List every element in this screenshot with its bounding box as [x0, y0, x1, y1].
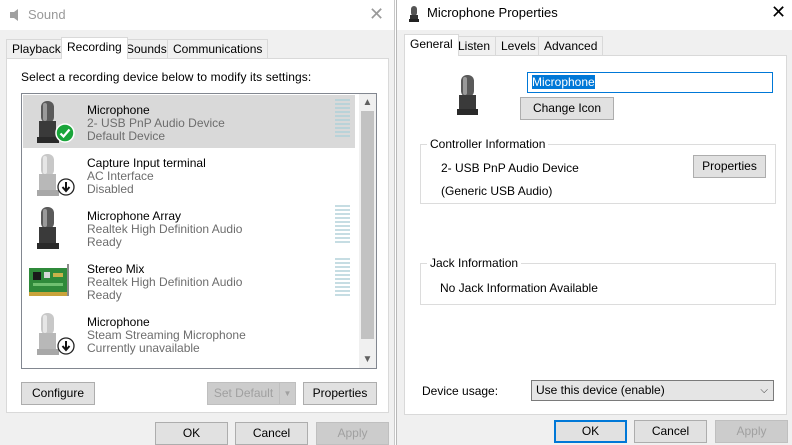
device-status: Ready: [87, 235, 122, 249]
tab-levels[interactable]: Levels: [495, 36, 542, 55]
level-meter: [335, 205, 350, 245]
device-row[interactable]: Stereo Mix Realtek High Definition Audio…: [23, 254, 355, 307]
device-row[interactable]: Capture Input terminal AC Interface Disa…: [23, 148, 355, 201]
jack-info-text: No Jack Information Available: [440, 281, 598, 295]
device-list-scrollbar[interactable]: ▲ ▼: [359, 94, 376, 368]
tab-communications[interactable]: Communications: [167, 39, 269, 58]
sound-card-icon: [29, 264, 69, 296]
device-description: 2- USB PnP Audio Device: [87, 116, 225, 130]
apply-button[interactable]: Apply: [316, 422, 389, 445]
level-meter: [335, 99, 350, 139]
tab-sounds[interactable]: Sounds: [120, 39, 173, 58]
close-icon[interactable]: ✕: [771, 2, 786, 23]
device-name: Capture Input terminal: [87, 156, 206, 170]
props-titlebar: Microphone Properties ✕: [397, 0, 792, 30]
device-usage-select[interactable]: Use this device (enable) ⌵: [531, 380, 774, 401]
apply-button[interactable]: Apply: [715, 420, 788, 443]
sound-window: Sound ✕ Playback Recording Sounds Commun…: [0, 0, 395, 445]
scroll-down-icon[interactable]: ▼: [359, 351, 376, 368]
device-description: Steam Streaming Microphone: [87, 328, 246, 342]
close-icon[interactable]: ✕: [369, 4, 384, 25]
microphone-icon: [37, 207, 59, 249]
scroll-thumb[interactable]: [361, 111, 374, 339]
device-row[interactable]: Microphone 2- USB PnP Audio Device Defau…: [23, 95, 355, 148]
change-icon-button[interactable]: Change Icon: [520, 97, 614, 120]
window-title: Sound: [28, 7, 66, 22]
green-check-icon: [55, 123, 75, 143]
level-meter: [335, 258, 350, 298]
down-arrow-icon: [57, 178, 75, 196]
device-list[interactable]: Microphone 2- USB PnP Audio Device Defau…: [21, 93, 377, 369]
device-name: Microphone: [87, 103, 150, 117]
device-name-field[interactable]: Microphone: [527, 72, 773, 93]
tab-playback[interactable]: Playback: [6, 39, 67, 58]
device-row[interactable]: Microphone Steam Streaming Microphone Cu…: [23, 307, 355, 360]
set-default-button[interactable]: Set Default ▼: [207, 382, 296, 405]
device-description: AC Interface: [87, 169, 154, 183]
device-name: Microphone: [87, 315, 150, 329]
down-arrow-icon: [57, 337, 75, 355]
ok-button[interactable]: OK: [155, 422, 228, 445]
set-default-label: Set Default: [213, 386, 274, 400]
tab-advanced[interactable]: Advanced: [538, 36, 604, 55]
device-row[interactable]: Microphone Array Realtek High Definition…: [23, 201, 355, 254]
device-status: Disabled: [87, 182, 134, 196]
chevron-down-icon[interactable]: ▼: [279, 383, 295, 404]
tab-general[interactable]: General: [404, 34, 459, 56]
chevron-down-icon: ⌵: [760, 385, 768, 396]
cancel-button[interactable]: Cancel: [235, 422, 308, 445]
general-panel: Microphone Change Icon Controller Inform…: [404, 55, 787, 415]
recording-panel: Select a recording device below to modif…: [6, 58, 389, 413]
configure-button[interactable]: Configure: [21, 382, 95, 405]
ok-button[interactable]: OK: [554, 420, 627, 443]
controller-device: 2- USB PnP Audio Device: [441, 161, 579, 175]
scroll-up-icon[interactable]: ▲: [359, 94, 376, 111]
device-name-value: Microphone: [532, 75, 595, 89]
jack-info-group: Jack Information No Jack Information Ava…: [420, 256, 776, 305]
device-description: Realtek High Definition Audio: [87, 275, 243, 289]
window-title: Microphone Properties: [427, 5, 558, 20]
device-name: Stereo Mix: [87, 262, 145, 276]
controller-info-title: Controller Information: [427, 137, 549, 151]
speaker-icon: [10, 9, 18, 21]
device-name: Microphone Array: [87, 209, 182, 223]
device-usage-value: Use this device (enable): [536, 383, 665, 397]
microphone-properties-window: Microphone Properties ✕ General Listen L…: [396, 0, 792, 445]
device-description: Realtek High Definition Audio: [87, 222, 243, 236]
microphone-icon: [409, 6, 419, 22]
tab-recording[interactable]: Recording: [61, 37, 128, 59]
microphone-icon: [457, 75, 478, 115]
controller-driver: (Generic USB Audio): [441, 184, 553, 198]
device-status: Currently unavailable: [87, 341, 200, 355]
controller-properties-button[interactable]: Properties: [693, 155, 766, 178]
sound-titlebar: Sound ✕: [0, 0, 394, 30]
device-status: Default Device: [87, 129, 166, 143]
cancel-button[interactable]: Cancel: [634, 420, 707, 443]
jack-info-title: Jack Information: [427, 256, 522, 270]
controller-info-group: Controller Information 2- USB PnP Audio …: [420, 137, 776, 204]
instruction-text: Select a recording device below to modif…: [21, 70, 312, 84]
properties-button[interactable]: Properties: [303, 382, 377, 405]
device-usage-label: Device usage:: [422, 384, 499, 398]
device-status: Ready: [87, 288, 122, 302]
